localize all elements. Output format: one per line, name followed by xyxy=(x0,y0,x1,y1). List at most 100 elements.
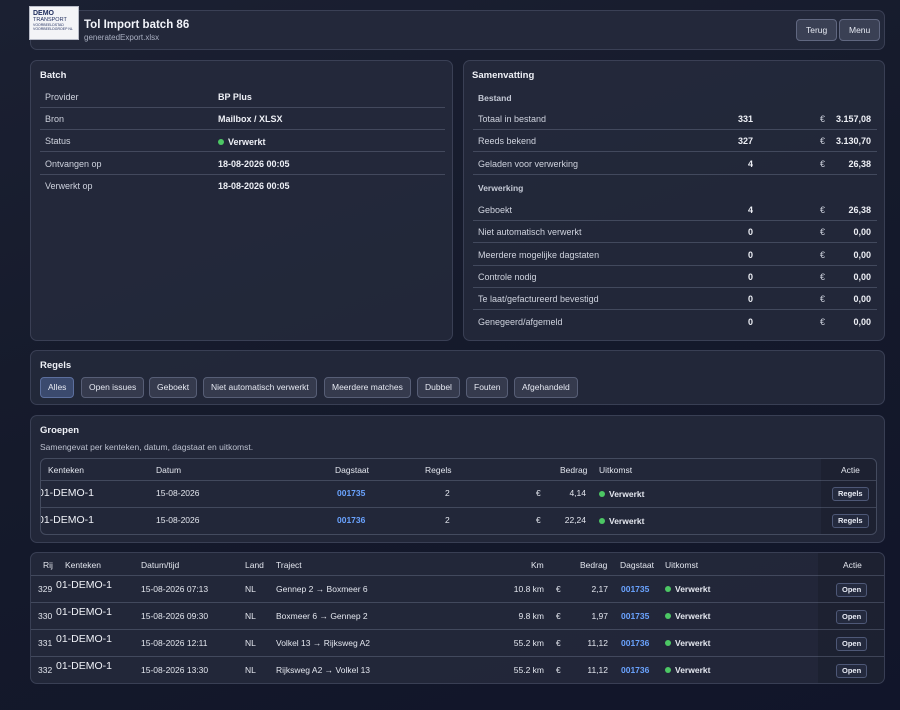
status-text: Verwerkt xyxy=(609,516,645,526)
datetime-cell: 15-08-2026 07:13 xyxy=(141,584,209,594)
field-label: Bron xyxy=(45,114,65,124)
col-header-country: Land xyxy=(245,560,264,570)
status-badge: Verwerkt xyxy=(665,638,710,648)
status-badge: Verwerkt xyxy=(218,131,266,153)
currency-symbol: € xyxy=(819,294,825,305)
daystate-link[interactable]: 001735 xyxy=(337,488,365,498)
field-label: Verwerkt op xyxy=(45,181,93,191)
summary-label: Controle nodig xyxy=(478,271,537,282)
status-dot-icon xyxy=(599,518,605,524)
route-cell: Boxmeer 6 → Gennep 2 xyxy=(276,611,368,621)
summary-title: Samenvatting xyxy=(472,70,535,81)
summary-count: 327 xyxy=(737,136,753,147)
status-dot-icon xyxy=(665,667,671,673)
table-row: 329 01-DEMO-1 15-08-2026 07:13 NL Gennep 2 →… xyxy=(31,575,884,602)
filter-not-auto-processed[interactable]: Niet automatisch verwerkt xyxy=(203,377,317,398)
summary-row: Te laat/gefactureerd bevestigd 0 €0,00 xyxy=(473,288,877,311)
amount-cell: 11,12 xyxy=(587,638,608,648)
daystate-link[interactable]: 001736 xyxy=(337,515,365,525)
open-button[interactable]: Open xyxy=(836,583,868,597)
field-label: Status xyxy=(45,136,71,146)
daystate-link[interactable]: 001735 xyxy=(621,611,649,621)
daystate-link[interactable]: 001735 xyxy=(621,584,649,594)
col-header-route: Traject xyxy=(276,560,302,570)
km-cell: 55.2 km xyxy=(513,665,544,675)
currency-symbol: € xyxy=(536,515,541,525)
filter-all[interactable]: Alles xyxy=(40,377,75,398)
field-value: BP Plus xyxy=(218,92,252,102)
table-row: 332 01-DEMO-1 15-08-2026 13:30 NL Rijksweg A… xyxy=(31,656,884,683)
country-cell: NL xyxy=(245,584,256,594)
groups-title: Groepen xyxy=(40,425,80,436)
plate-number: 01-DEMO-1 xyxy=(40,487,95,499)
country-cell: NL xyxy=(245,665,256,675)
summary-label: Totaal in bestand xyxy=(478,114,547,124)
rules-button[interactable]: Regels xyxy=(832,514,869,528)
col-header-outcome: Uitkomst xyxy=(599,465,633,475)
col-header-date: Datum xyxy=(156,465,182,475)
status-text: Verwerkt xyxy=(675,638,711,648)
table-row: 01-DEMO-1 15-08-2026 001736 2 €22,24 Verwerkt… xyxy=(41,507,876,534)
country-cell: NL xyxy=(245,638,256,648)
page-title: Tol Import batch 86 xyxy=(84,19,190,31)
filter-errors[interactable]: Fouten xyxy=(466,377,509,398)
status-badge: Verwerkt xyxy=(665,665,710,675)
plate-number: 01-DEMO-1 xyxy=(56,579,113,591)
filter-handled[interactable]: Afgehandeld xyxy=(514,377,578,398)
filter-duplicate[interactable]: Dubbel xyxy=(417,377,460,398)
summary-row: Meerdere mogelijke dagstaten 0 €0,00 xyxy=(473,244,877,266)
table-row: 01-DEMO-1 15-08-2026 001735 2 €4,14 Verwerkt R… xyxy=(41,480,876,507)
col-header-daystate: Dagstaat xyxy=(620,560,655,570)
summary-row: Genegeerd/afgemeld 0 €0,00 xyxy=(473,311,877,333)
open-button[interactable]: Open xyxy=(836,637,868,651)
filter-open-issues[interactable]: Open issues xyxy=(81,377,145,398)
summary-count: 0 xyxy=(747,227,753,238)
plate-number: 01-DEMO-1 xyxy=(56,606,113,618)
rules-count: 2 xyxy=(445,515,450,525)
currency-symbol: € xyxy=(819,158,825,169)
summary-amount: 0,00 xyxy=(853,294,871,305)
filter-booked[interactable]: Geboekt xyxy=(149,377,198,398)
summary-label: Geboekt xyxy=(478,205,513,215)
field-value: 18-08-2026 00:05 xyxy=(218,159,290,169)
filter-multiple-matches[interactable]: Meerdere matches xyxy=(324,377,411,398)
summary-amount: 3.157,08 xyxy=(835,114,871,124)
logo-text: DEMO xyxy=(33,10,54,17)
menu-button[interactable]: Menu xyxy=(839,19,881,41)
currency-symbol: € xyxy=(819,114,825,124)
field-label: Provider xyxy=(45,92,79,102)
daystate-link[interactable]: 001736 xyxy=(621,638,649,648)
table-row: 330 01-DEMO-1 15-08-2026 09:30 NL Boxmeer 6 … xyxy=(31,602,884,629)
batch-row-status: Status Verwerkt xyxy=(40,130,445,152)
batch-row-processed: Verwerkt op 18-08-2026 00:05 xyxy=(40,175,445,197)
col-header-plate: Kenteken xyxy=(48,465,84,475)
open-button[interactable]: Open xyxy=(836,664,868,678)
status-text: Verwerkt xyxy=(675,611,711,621)
datetime-cell: 15-08-2026 13:30 xyxy=(141,665,209,675)
currency-symbol: € xyxy=(556,665,561,675)
km-cell: 9.8 km xyxy=(518,611,544,621)
summary-amount: 26,38 xyxy=(848,158,871,169)
route-cell: Gennep 2 → Boxmeer 6 xyxy=(276,584,368,594)
open-button[interactable]: Open xyxy=(836,610,868,624)
back-button[interactable]: Terug xyxy=(796,19,838,41)
date-cell: 15-08-2026 xyxy=(156,488,200,498)
summary-row: Niet automatisch verwerkt 0 €0,00 xyxy=(473,221,877,244)
datetime-cell: 15-08-2026 12:11 xyxy=(141,638,208,648)
currency-symbol: € xyxy=(819,205,825,215)
batch-row-provider: Provider BP Plus xyxy=(40,86,445,108)
rules-button[interactable]: Regels xyxy=(832,487,869,501)
status-text: Verwerkt xyxy=(609,489,645,499)
amount-cell: 11,12 xyxy=(587,665,608,675)
currency-symbol: € xyxy=(819,136,825,147)
daystate-link[interactable]: 001736 xyxy=(621,665,649,675)
datetime-cell: 15-08-2026 09:30 xyxy=(141,611,209,621)
section-processing: Verwerking xyxy=(478,183,524,193)
col-header-action: Actie xyxy=(843,560,862,570)
col-header-amount: Bedrag xyxy=(560,465,588,475)
groups-table: Kenteken Datum Dagstaat Regels Bedrag Ui… xyxy=(40,458,877,535)
currency-symbol: € xyxy=(556,584,561,594)
currency-symbol: € xyxy=(819,227,825,238)
row-number: 331 xyxy=(38,638,53,648)
groups-subtitle: Samengevat per kenteken, datum, dagstaat… xyxy=(40,442,254,452)
